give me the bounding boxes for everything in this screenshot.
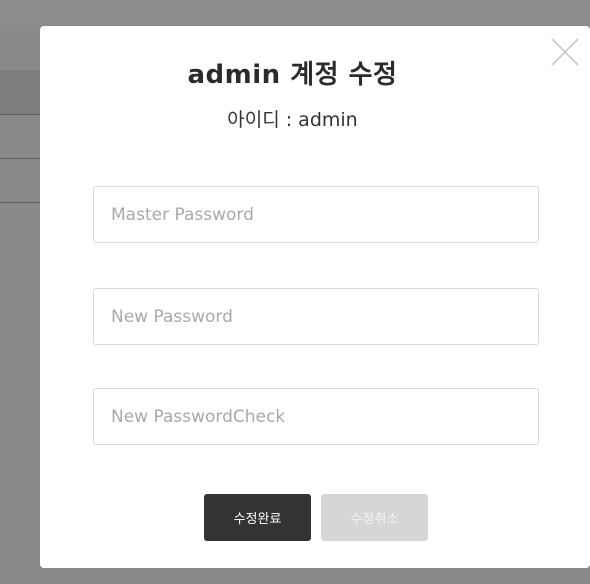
close-button[interactable] [550, 37, 580, 67]
new-password-check-field[interactable] [93, 388, 539, 445]
background-divider [0, 202, 40, 203]
save-button[interactable]: 수정완료 [204, 494, 311, 541]
background-divider [0, 158, 40, 159]
cancel-button[interactable]: 수정취소 [321, 494, 428, 541]
background-table-row [0, 70, 40, 114]
edit-account-modal: admin 계정 수정 아이디 : admin 수정완료 수정취소 [40, 26, 590, 568]
close-icon [550, 37, 580, 67]
new-password-field[interactable] [93, 288, 539, 345]
master-password-field[interactable] [93, 186, 539, 243]
background-header [0, 0, 590, 26]
background-divider [0, 114, 40, 115]
account-id-label: 아이디 : admin [227, 109, 358, 131]
modal-title: admin 계정 수정 [187, 60, 398, 90]
